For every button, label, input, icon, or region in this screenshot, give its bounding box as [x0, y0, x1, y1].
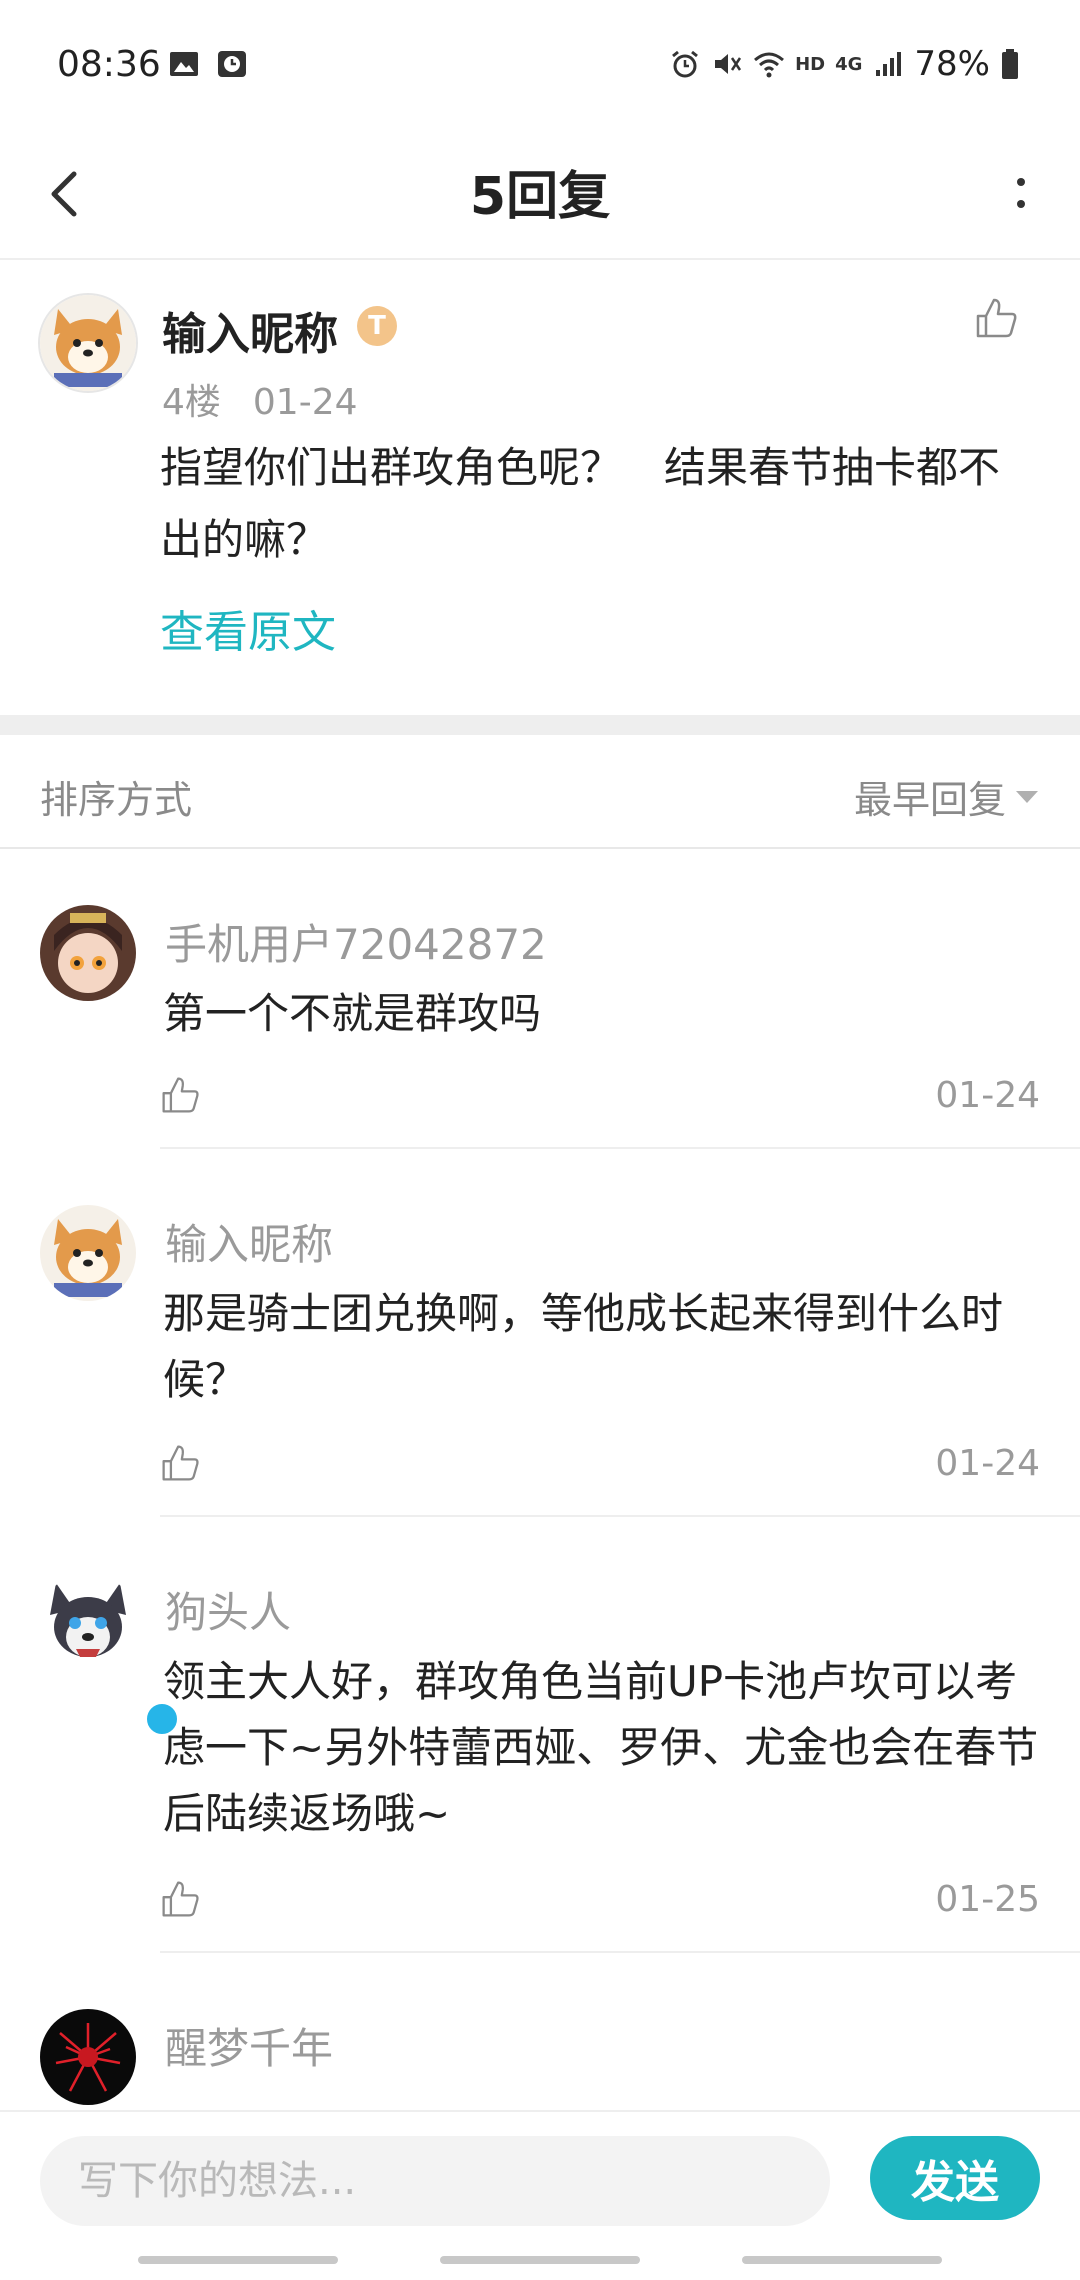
reply-date: 01-24	[935, 1075, 1040, 1116]
thumbs-up-icon[interactable]	[160, 1879, 200, 1919]
gesture-handle[interactable]	[742, 2256, 942, 2264]
status-bar: 08:36 HD 4G 78%	[0, 0, 1080, 130]
send-button[interactable]: 发送	[870, 2136, 1040, 2220]
sort-selected[interactable]: 最早回复	[854, 769, 1006, 824]
signal-icon	[876, 52, 902, 76]
battery-icon	[1002, 49, 1018, 79]
gesture-handle[interactable]	[138, 2256, 338, 2264]
alarm-icon	[672, 50, 699, 78]
reply-author[interactable]: 手机用户72042872	[165, 911, 547, 972]
status-icons-right: HD 4G 78%	[669, 44, 1020, 84]
reply-content: 领主大人好，群攻角色当前UP卡池卢坎可以考虑一下~另外特蕾西娅、罗伊、尤金也会在…	[163, 1657, 1039, 1838]
avatar[interactable]	[40, 1205, 136, 1301]
post-date: 01-24	[252, 382, 358, 423]
caret-down-icon[interactable]	[1016, 790, 1038, 803]
battery-percent: 78%	[914, 44, 990, 84]
reply-content: 第一个不就是群攻吗	[163, 989, 542, 1038]
reply-item: 狗头人 领主大人好，群攻角色当前UP卡池卢坎可以考虑一下~另外特蕾西娅、罗伊、尤…	[0, 1517, 1080, 1953]
reply-detail-page: 08:36 HD 4G 78% 5回复 输入昵称 T 4楼 01-24 指望你们…	[0, 0, 1080, 2280]
reply-date: 01-25	[935, 1879, 1040, 1920]
sort-dropdown[interactable]: 最早回复	[854, 769, 1038, 824]
reply-item: 输入昵称 那是骑士团兑换啊，等他成长起来得到什么时候？ 01-24	[0, 1149, 1080, 1517]
hd-icon: HD	[795, 53, 826, 75]
reply-author[interactable]: 狗头人	[165, 1579, 291, 1640]
view-original-link[interactable]: 查看原文	[160, 596, 336, 660]
post-meta: 4楼 01-24	[162, 373, 358, 425]
section-divider	[0, 715, 1080, 735]
floor-number: 4楼	[162, 382, 221, 423]
avatar[interactable]	[40, 1573, 180, 1737]
clock-app-icon	[218, 51, 246, 77]
gesture-handle[interactable]	[440, 2256, 640, 2264]
status-time: 08:36	[57, 44, 161, 85]
sort-label: 排序方式	[40, 778, 193, 822]
reply-content: 那是骑士团兑换啊，等他成长起来得到什么时候？	[163, 1289, 1004, 1404]
nav-bar: 5回复	[0, 130, 1080, 260]
reply-item: 醒梦千年	[0, 1953, 1080, 2110]
reply-author[interactable]: 输入昵称	[165, 1211, 333, 1272]
reply-author[interactable]: 醒梦千年	[165, 2015, 333, 2076]
sort-bar: 排序方式 最早回复	[0, 735, 1080, 849]
gallery-icon	[170, 52, 198, 76]
level-badge: T	[357, 306, 397, 346]
thumbs-up-icon[interactable]	[160, 1443, 200, 1483]
avatar[interactable]	[38, 293, 138, 393]
original-post: 输入昵称 T 4楼 01-24 指望你们出群攻角色呢？ 结果春节抽卡都不出的嘛？ …	[0, 260, 1080, 715]
thumbs-up-icon[interactable]	[974, 296, 1018, 340]
mute-icon	[715, 54, 742, 74]
comment-input[interactable]	[40, 2136, 830, 2226]
post-author[interactable]: 输入昵称	[162, 298, 338, 362]
status-icons-left	[168, 48, 248, 80]
husky-avatar-icon	[40, 1573, 136, 1669]
more-vertical-icon[interactable]	[1006, 160, 1036, 228]
avatar[interactable]	[40, 905, 136, 1001]
reply-item: 手机用户72042872 第一个不就是群攻吗 01-24	[0, 849, 1080, 1149]
gesture-nav-bar	[0, 2240, 1080, 2280]
wifi-icon	[754, 52, 785, 78]
post-content: 指望你们出群攻角色呢？ 结果春节抽卡都不出的嘛？	[160, 443, 1001, 564]
shiba-avatar-icon	[40, 295, 136, 391]
reply-date: 01-24	[935, 1443, 1040, 1484]
avatar[interactable]	[40, 2009, 136, 2105]
red-flower-avatar-icon	[40, 2009, 136, 2105]
shiba-avatar-icon	[40, 1205, 136, 1301]
comment-input-bar: 发送	[0, 2110, 1080, 2242]
anime-avatar-icon	[40, 905, 136, 1001]
thumbs-up-icon[interactable]	[160, 1075, 200, 1115]
page-title: 5回复	[469, 167, 611, 227]
network-type: 4G	[835, 53, 863, 75]
